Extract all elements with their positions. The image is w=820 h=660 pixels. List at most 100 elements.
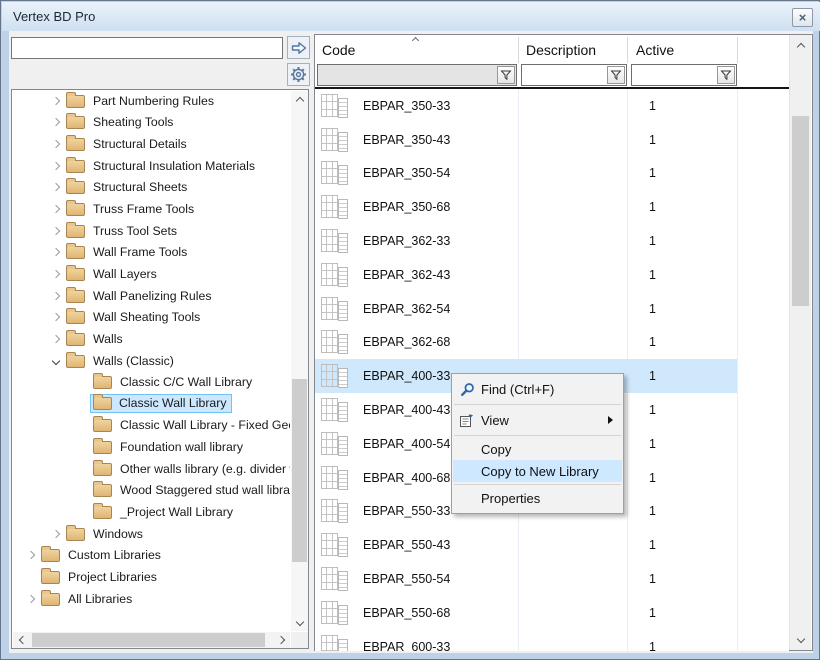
chevron-right-icon[interactable]: [46, 163, 66, 169]
chevron-right-icon[interactable]: [46, 293, 66, 299]
chevron-right-icon[interactable]: [46, 314, 66, 320]
tree-item-part-numbering-rules[interactable]: Part Numbering Rules: [13, 90, 290, 112]
scroll-left-icon[interactable]: [13, 632, 30, 648]
chevron-right-icon[interactable]: [46, 184, 66, 190]
close-button[interactable]: ×: [792, 8, 813, 27]
filter-button[interactable]: [607, 66, 625, 84]
scroll-down-icon[interactable]: [291, 614, 308, 631]
scroll-down-icon[interactable]: [792, 631, 809, 648]
chevron-right-icon[interactable]: [46, 119, 66, 125]
window-content: Part Numbering Rules Sheating Tools Stru…: [9, 31, 813, 653]
folder-icon: [66, 116, 85, 129]
funnel-icon: [610, 69, 622, 81]
table-row[interactable]: EBPAR_362-681: [315, 326, 789, 360]
scroll-up-icon[interactable]: [291, 91, 308, 108]
folder-icon: [66, 246, 85, 259]
filter-cell-description[interactable]: [521, 64, 627, 86]
tree-item-structural-insulation-materials[interactable]: Structural Insulation Materials: [13, 155, 290, 177]
menu-item-label: View: [481, 413, 509, 428]
tree-item-other-walls-library[interactable]: Other walls library (e.g. divider wa: [13, 458, 290, 480]
tree-vertical-scrollbar[interactable]: [291, 91, 308, 631]
tree-item-wood-staggered-stud-wall-library[interactable]: Wood Staggered stud wall library: [13, 480, 290, 502]
tree-item-project-libraries[interactable]: Project Libraries: [13, 566, 290, 588]
chevron-right-icon[interactable]: [46, 336, 66, 342]
parameter-table-icon: [320, 328, 350, 356]
parameter-table-icon: [320, 227, 350, 255]
table-row[interactable]: EBPAR_550-541: [315, 562, 789, 596]
table-row[interactable]: EBPAR_350-681: [315, 190, 789, 224]
tree-item-foundation-wall-library[interactable]: Foundation wall library: [13, 436, 290, 458]
menu-item-copy[interactable]: Copy: [453, 438, 622, 460]
title-bar[interactable]: Vertex BD Pro ×: [2, 2, 820, 31]
menu-item-copy-to-new-library[interactable]: Copy to New Library: [453, 460, 622, 482]
filter-cell-active[interactable]: [631, 64, 737, 86]
sort-ascending-icon: [413, 38, 418, 43]
settings-button[interactable]: [287, 63, 310, 86]
table-row[interactable]: EBPAR_362-541: [315, 292, 789, 326]
table-rows: EBPAR_350-331 EBPAR_350-431 EBPAR_350-54…: [315, 89, 789, 651]
filter-cell-code[interactable]: [317, 64, 517, 86]
table-row[interactable]: EBPAR_550-681: [315, 596, 789, 630]
scroll-right-icon[interactable]: [273, 632, 290, 648]
tree-item-sheating-tools[interactable]: Sheating Tools: [13, 112, 290, 134]
tree-item-truss-tool-sets[interactable]: Truss Tool Sets: [13, 220, 290, 242]
table-row[interactable]: EBPAR_600-331: [315, 630, 789, 651]
chevron-right-icon[interactable]: [46, 249, 66, 255]
menu-item-view[interactable]: View: [453, 407, 622, 433]
table-row[interactable]: EBPAR_362-331: [315, 224, 789, 258]
table-row[interactable]: EBPAR_350-541: [315, 157, 789, 191]
tree-item-wall-layers[interactable]: Wall Layers: [13, 263, 290, 285]
chevron-right-icon[interactable]: [21, 552, 41, 558]
tree-item-wall-frame-tools[interactable]: Wall Frame Tools: [13, 241, 290, 263]
chevron-right-icon[interactable]: [46, 228, 66, 234]
chevron-right-icon[interactable]: [46, 141, 66, 147]
column-divider[interactable]: [518, 37, 519, 63]
chevron-right-icon[interactable]: [21, 596, 41, 602]
column-header-description[interactable]: Description: [526, 42, 596, 58]
open-folder-icon: [66, 355, 85, 368]
filter-button[interactable]: [497, 66, 515, 84]
table-row[interactable]: EBPAR_362-431: [315, 258, 789, 292]
menu-item-find[interactable]: Find (Ctrl+F): [453, 376, 622, 402]
tree-item-classic-wall-library[interactable]: Classic Wall Library: [13, 393, 290, 415]
tree-item-wall-panelizing-rules[interactable]: Wall Panelizing Rules: [13, 285, 290, 307]
tree-horizontal-scrollbar[interactable]: [13, 632, 290, 648]
tree-item-classic-cc-wall-library[interactable]: Classic C/C Wall Library: [13, 371, 290, 393]
tree-item-structural-sheets[interactable]: Structural Sheets: [13, 177, 290, 199]
column-divider[interactable]: [737, 37, 738, 63]
search-go-button[interactable]: [287, 36, 310, 59]
tree-item-classic-wall-library-fixed-geom[interactable]: Classic Wall Library - Fixed Geom: [13, 415, 290, 437]
tree-item-structural-details[interactable]: Structural Details: [13, 133, 290, 155]
chevron-right-icon[interactable]: [46, 206, 66, 212]
tree-scroll-thumb[interactable]: [292, 379, 307, 562]
window-title: Vertex BD Pro: [13, 9, 95, 24]
tree-hscroll-thumb[interactable]: [32, 633, 265, 647]
close-icon: ×: [799, 11, 807, 24]
tree-item-walls[interactable]: Walls: [13, 328, 290, 350]
column-header-code[interactable]: Code: [322, 42, 355, 58]
menu-item-properties[interactable]: Properties: [453, 487, 622, 509]
table-row[interactable]: EBPAR_350-431: [315, 123, 789, 157]
table-row[interactable]: EBPAR_550-431: [315, 528, 789, 562]
table-row[interactable]: EBPAR_350-331: [315, 89, 789, 123]
chevron-down-icon[interactable]: [46, 358, 66, 364]
chevron-right-icon[interactable]: [46, 271, 66, 277]
tree-item-project-wall-library[interactable]: _Project Wall Library: [13, 501, 290, 523]
gear-icon: [290, 66, 307, 83]
scroll-up-icon[interactable]: [792, 37, 809, 54]
view-icon: [457, 413, 477, 428]
column-header-active[interactable]: Active: [636, 42, 674, 58]
column-divider[interactable]: [627, 37, 628, 63]
tree-item-walls-classic[interactable]: Walls (Classic): [13, 350, 290, 372]
search-input[interactable]: [11, 37, 283, 59]
tree-item-windows[interactable]: Windows: [13, 523, 290, 545]
chevron-right-icon[interactable]: [46, 531, 66, 537]
table-scroll-thumb[interactable]: [792, 116, 809, 306]
chevron-right-icon[interactable]: [46, 98, 66, 104]
table-vertical-scrollbar[interactable]: [789, 35, 811, 650]
tree-item-truss-frame-tools[interactable]: Truss Frame Tools: [13, 198, 290, 220]
tree-item-all-libraries[interactable]: All Libraries: [13, 588, 290, 610]
tree-item-custom-libraries[interactable]: Custom Libraries: [13, 544, 290, 566]
tree-item-wall-sheating-tools[interactable]: Wall Sheating Tools: [13, 306, 290, 328]
filter-button[interactable]: [717, 66, 735, 84]
